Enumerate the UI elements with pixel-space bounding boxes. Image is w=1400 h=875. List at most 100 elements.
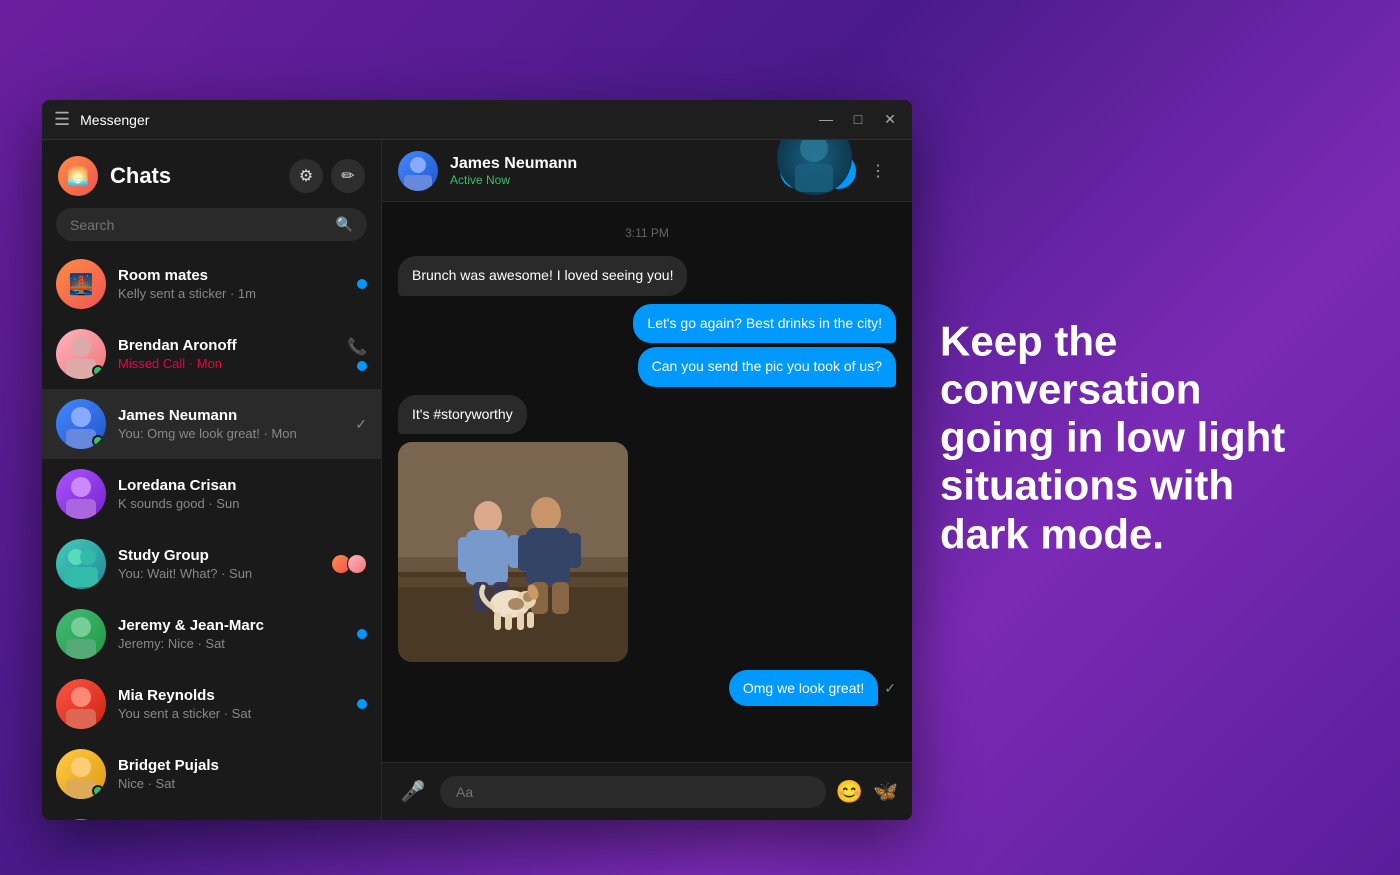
avatar: 🌉 — [56, 259, 106, 309]
chat-info: Mia Reynolds You sent a sticker · Sat — [118, 687, 345, 721]
butterfly-button[interactable]: 🦋 — [873, 779, 898, 804]
app-title: Messenger — [80, 112, 816, 128]
avatar — [56, 399, 106, 449]
chat-meta: ✓ — [355, 416, 367, 433]
minimize-button[interactable]: — — [816, 111, 836, 128]
search-bar[interactable]: 🔍 — [56, 208, 367, 241]
image-bubble — [398, 442, 628, 662]
delivered-icon: ✓ — [355, 416, 367, 433]
app-window: ☰ Messenger — □ ✕ 🌅 Chats ⚙ ✏ — [42, 100, 912, 820]
call-icon: 📞 — [347, 337, 367, 357]
chat-meta — [357, 629, 367, 639]
chat-meta — [357, 699, 367, 709]
chat-name: Loredana Crisan — [118, 477, 355, 494]
sidebar-title: Chats — [110, 163, 277, 189]
list-item[interactable]: Mia Reynolds You sent a sticker · Sat — [42, 669, 381, 739]
avatar — [56, 539, 106, 589]
settings-button[interactable]: ⚙ — [289, 159, 323, 193]
sidebar-header: 🌅 Chats ⚙ ✏ — [42, 140, 381, 204]
list-item[interactable]: Karan & Brian — [42, 809, 381, 820]
search-icon: 🔍 — [336, 216, 353, 233]
contact-status: Active Now — [450, 173, 768, 187]
list-item[interactable]: Bridget Pujals Nice · Sat — [42, 739, 381, 809]
title-bar: ☰ Messenger — □ ✕ — [42, 100, 912, 140]
unread-indicator — [357, 629, 367, 639]
avatar — [56, 819, 106, 820]
contact-name: James Neumann — [450, 155, 768, 173]
chat-meta — [357, 279, 367, 289]
gear-icon: ⚙ — [299, 166, 313, 186]
avatar — [56, 329, 106, 379]
chat-meta: 📞 — [347, 337, 367, 371]
online-indicator — [92, 785, 104, 797]
chat-info: James Neumann You: Omg we look great! · … — [118, 407, 343, 441]
online-indicator — [92, 365, 104, 377]
message-bubble: Brunch was awesome! I loved seeing you! — [398, 256, 687, 296]
sidebar: 🌅 Chats ⚙ ✏ 🔍 🌉 — [42, 140, 382, 820]
message-bubble: It's #storyworthy — [398, 395, 527, 435]
chat-name: Study Group — [118, 547, 323, 564]
avatar — [56, 469, 106, 519]
mic-button[interactable]: 🎤 — [396, 775, 430, 809]
chat-preview: You: Wait! What? · Sun — [118, 566, 323, 581]
chat-info: Room mates Kelly sent a sticker · 1m — [118, 267, 345, 301]
chat-preview: You sent a sticker · Sat — [118, 706, 345, 721]
message-image — [398, 442, 628, 662]
compose-icon: ✏ — [341, 166, 354, 186]
group-icon — [347, 554, 367, 574]
list-item[interactable]: 🌉 Room mates Kelly sent a sticker · 1m — [42, 249, 381, 319]
list-item[interactable]: Study Group You: Wait! What? · Sun — [42, 529, 381, 599]
more-options-button[interactable]: ⋮ — [860, 153, 896, 189]
chat-name: Mia Reynolds — [118, 687, 345, 704]
emoji-button[interactable]: 😊 — [836, 779, 863, 805]
input-area: 🎤 😊 🦋 — [382, 762, 912, 820]
list-item[interactable]: Loredana Crisan K sounds good · Sun — [42, 459, 381, 529]
message-received: It's #storyworthy — [398, 395, 527, 435]
chat-panel: James Neumann Active Now 📞 🎥 ⋮ — [382, 140, 912, 820]
chat-info: Bridget Pujals Nice · Sat — [118, 757, 355, 791]
group-icons — [335, 554, 367, 574]
compose-button[interactable]: ✏ — [331, 159, 365, 193]
menu-icon[interactable]: ☰ — [54, 109, 70, 130]
unread-indicator — [357, 279, 367, 289]
list-item[interactable]: Jeremy & Jean-Marc Jeremy: Nice · Sat — [42, 599, 381, 669]
last-message-row: Omg we look great! ✓ — [729, 670, 896, 706]
sidebar-actions: ⚙ ✏ — [289, 159, 365, 193]
chat-list: 🌉 Room mates Kelly sent a sticker · 1m — [42, 249, 381, 820]
message-bubble: Let's go again? Best drinks in the city! — [633, 304, 896, 344]
chat-info: Loredana Crisan K sounds good · Sun — [118, 477, 355, 511]
message-received: Brunch was awesome! I loved seeing you! — [398, 256, 687, 296]
list-item[interactable]: James Neumann You: Omg we look great! · … — [42, 389, 381, 459]
maximize-button[interactable]: □ — [848, 111, 868, 128]
close-button[interactable]: ✕ — [880, 111, 900, 128]
chat-name: Jeremy & Jean-Marc — [118, 617, 345, 634]
chat-name: Brendan Aronoff — [118, 337, 335, 354]
message-input[interactable] — [440, 776, 826, 808]
chat-preview: You: Omg we look great! · Mon — [118, 426, 343, 441]
chat-name: Bridget Pujals — [118, 757, 355, 774]
messages-area[interactable]: 3:11 PM Brunch was awesome! I loved seei… — [382, 202, 912, 762]
chat-meta — [335, 554, 367, 574]
chat-info: Study Group You: Wait! What? · Sun — [118, 547, 323, 581]
message-group-sent: Let's go again? Best drinks in the city!… — [633, 304, 896, 387]
avatar — [56, 609, 106, 659]
timestamp: 3:11 PM — [398, 226, 896, 240]
avatar — [56, 749, 106, 799]
chat-preview: Kelly sent a sticker · 1m — [118, 286, 345, 301]
message-bubble: Omg we look great! — [729, 670, 878, 706]
read-receipt-icon: ✓ — [884, 680, 896, 697]
chat-preview: Jeremy: Nice · Sat — [118, 636, 345, 651]
unread-indicator — [357, 361, 367, 371]
list-item[interactable]: Brendan Aronoff Missed Call · Mon 📞 — [42, 319, 381, 389]
user-avatar[interactable]: 🌅 — [58, 156, 98, 196]
chat-info: Jeremy & Jean-Marc Jeremy: Nice · Sat — [118, 617, 345, 651]
contact-avatar — [398, 151, 438, 191]
chat-name: James Neumann — [118, 407, 343, 424]
chat-header: James Neumann Active Now 📞 🎥 ⋮ — [382, 140, 912, 202]
promo-text: Keep the conversation going in low light… — [940, 317, 1340, 558]
main-content: 🌅 Chats ⚙ ✏ 🔍 🌉 — [42, 140, 912, 820]
search-input[interactable] — [70, 217, 328, 233]
chat-preview: Nice · Sat — [118, 776, 355, 791]
online-indicator — [92, 435, 104, 447]
chat-name: Room mates — [118, 267, 345, 284]
